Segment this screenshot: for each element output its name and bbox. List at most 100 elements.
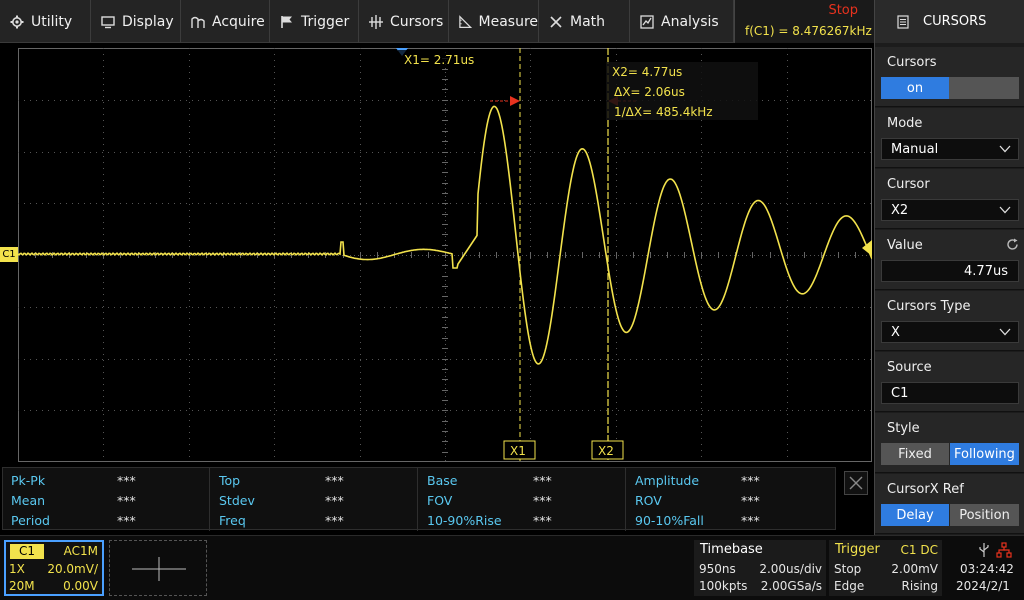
measure-close-button[interactable] <box>844 471 868 495</box>
style-label: Style <box>887 421 920 436</box>
menu-utility[interactable]: Utility <box>0 0 91 43</box>
menu-measure[interactable]: Measure <box>449 0 539 43</box>
mode-select[interactable]: Manual <box>881 138 1019 160</box>
cursors-off-toggle[interactable] <box>949 77 1019 99</box>
channel1-scale: 20.0mV/ <box>47 562 98 576</box>
style-fixed-button[interactable]: Fixed <box>881 443 949 465</box>
cursorx-ref-label: CursorX Ref <box>887 482 964 497</box>
cursorx-ref-position-button[interactable]: Position <box>950 504 1019 526</box>
monitor-icon <box>101 15 115 28</box>
timebase-delay: 950ns <box>699 562 736 576</box>
chevron-down-icon <box>999 206 1011 214</box>
close-icon <box>849 476 863 490</box>
menu-acquire[interactable]: Acquire <box>181 0 270 43</box>
menu-cursors[interactable]: Cursors <box>359 0 449 43</box>
trigger-title: Trigger <box>835 542 880 557</box>
cursorx-ref-section: CursorX Ref Delay Position <box>875 474 1024 534</box>
measure-value: *** <box>117 472 136 488</box>
measure-label: Pk-Pk <box>11 472 46 488</box>
add-channel-button[interactable] <box>109 540 207 596</box>
cursor-x1-tag-label: X1 <box>510 444 526 458</box>
waveform-area[interactable]: X1= 2.71us X2= 4.77us ΔX= 2.06us 1/ΔX= 4… <box>18 48 872 462</box>
value-value: 4.77us <box>964 263 1008 279</box>
measure-label: FOV <box>427 492 453 508</box>
timebase-box[interactable]: Timebase 950ns 2.00us/div 100kpts 2.00GS… <box>694 540 826 596</box>
measure-label: Base <box>427 472 458 488</box>
measure-value: *** <box>533 512 552 528</box>
measure-label: 90-10%Fall <box>635 512 704 528</box>
channel1-coupling: AC1M <box>63 544 98 558</box>
value-label: Value <box>887 238 923 253</box>
cursor-select[interactable]: X2 <box>881 199 1019 221</box>
measure-label: Mean <box>11 492 46 508</box>
cursor-section: Cursor X2 <box>875 169 1024 229</box>
menu-display-label: Display <box>122 13 174 30</box>
document-icon <box>897 14 909 29</box>
timebase-points: 100kpts <box>699 579 748 593</box>
mode-section: Mode Manual <box>875 108 1024 168</box>
measure-label: Amplitude <box>635 472 700 488</box>
system-time: 03:24:42 <box>960 562 1014 576</box>
measure-value: *** <box>741 512 760 528</box>
measurement-table: Pk-Pk *** Top *** Base *** Amplitude *** Mean ***… <box>2 467 836 531</box>
style-following-button[interactable]: Following <box>950 443 1019 465</box>
graticule: X1= 2.71us X2= 4.77us ΔX= 2.06us 1/ΔX= 4… <box>18 48 872 462</box>
cursors-type-section: Cursors Type X <box>875 291 1024 351</box>
timebase-title: Timebase <box>700 542 763 557</box>
plus-icon <box>132 557 186 581</box>
channel-offset-marker[interactable]: C1 <box>0 247 18 262</box>
value-section: Value 4.77us <box>875 230 1024 290</box>
cursor-dx-readout: ΔX= 2.06us <box>614 85 685 99</box>
value-input[interactable]: 4.77us <box>881 260 1019 282</box>
source-value: C1 <box>891 385 909 401</box>
measure-value: *** <box>325 472 344 488</box>
trigger-type: Edge <box>834 579 865 593</box>
adjust-knob-icon[interactable] <box>1006 238 1019 251</box>
measure-label: Top <box>219 472 241 488</box>
trigger-level-marker[interactable] <box>862 240 872 256</box>
menu-measure-label: Measure <box>478 13 539 30</box>
measure-label: ROV <box>635 492 662 508</box>
measure-label: Stdev <box>219 492 255 508</box>
frequency-readout: f(C1) = 8.476267kHz <box>745 24 872 38</box>
cursor-x1-arrow <box>510 96 520 106</box>
cursor-invdx-readout: 1/ΔX= 485.4kHz <box>614 105 713 119</box>
trigger-level: 2.00mV <box>891 562 938 576</box>
measure-value: *** <box>325 512 344 528</box>
system-status[interactable]: 03:24:42 2024/2/1 <box>946 540 1024 596</box>
mode-label: Mode <box>887 116 923 131</box>
measure-value: *** <box>533 492 552 508</box>
cursor-x1-readout: X1= 2.71us <box>404 53 474 67</box>
channel1-probe: 1X <box>9 562 25 576</box>
measure-value: *** <box>117 512 136 528</box>
cursors-type-select[interactable]: X <box>881 321 1019 343</box>
trigger-box[interactable]: Trigger C1 DC Stop 2.00mV Edge Rising <box>829 540 942 596</box>
cursor-value: X2 <box>891 202 909 218</box>
cursors-section: Cursors on <box>875 47 1024 107</box>
cursorx-ref-delay-button[interactable]: Delay <box>881 504 949 526</box>
source-select[interactable]: C1 <box>881 382 1019 404</box>
cursors-type-label: Cursors Type <box>887 299 971 314</box>
trigger-source: C1 DC <box>900 543 938 557</box>
analysis-icon <box>640 14 654 29</box>
crosshair-icon <box>369 14 383 29</box>
measure-value: *** <box>117 492 136 508</box>
menu-analysis-label: Analysis <box>661 13 719 30</box>
measure-value: *** <box>741 492 760 508</box>
measure-label: Freq <box>219 512 246 528</box>
trigger-slope: Rising <box>901 579 938 593</box>
menu-analysis[interactable]: Analysis <box>630 0 734 43</box>
channel1-box[interactable]: C1 AC1M 1X 20.0mV/ 20M 0.00V <box>4 540 104 596</box>
network-icon <box>996 542 1012 558</box>
usb-icon <box>979 543 989 557</box>
menu-math[interactable]: Math <box>539 0 630 43</box>
menu-trigger[interactable]: Trigger <box>270 0 359 43</box>
cursors-on-toggle[interactable]: on <box>881 77 949 99</box>
measure-label: Period <box>11 512 50 528</box>
acquisition-status[interactable]: Stop f(C1) = 8.476267kHz <box>734 0 874 43</box>
channel1-offset: 0.00V <box>63 579 98 593</box>
chevron-down-icon <box>999 145 1011 153</box>
cursors-type-value: X <box>891 324 900 340</box>
measure-value: *** <box>741 472 760 488</box>
menu-display[interactable]: Display <box>91 0 181 43</box>
